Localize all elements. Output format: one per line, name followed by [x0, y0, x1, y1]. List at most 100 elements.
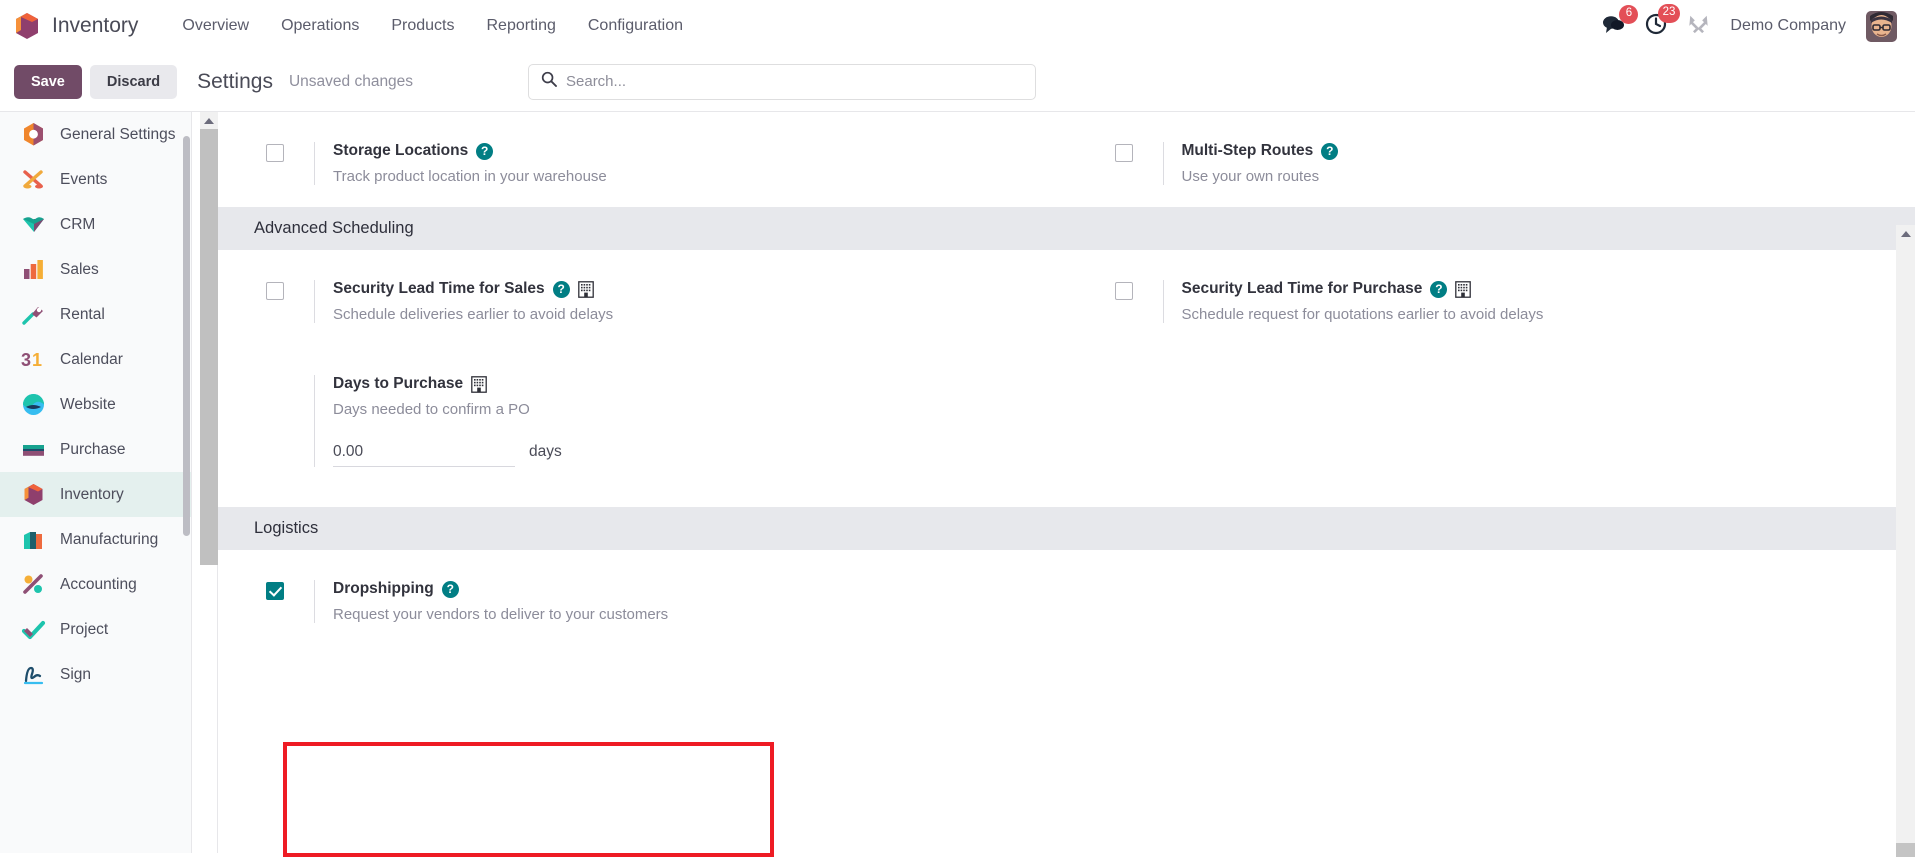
setting-security-lead-time-purchase[interactable]: Security Lead Time for Purchase ?: [1067, 250, 1915, 345]
setting-description: Track product location in your warehouse: [333, 168, 1037, 185]
sidebar-item-label: General Settings: [60, 126, 175, 144]
days-to-purchase-input[interactable]: [333, 440, 515, 467]
sidebar-item-purchase[interactable]: Purchase: [0, 427, 191, 472]
sidebar-scrollbar-thumb[interactable]: [183, 136, 190, 536]
setting-label: Storage Locations: [333, 142, 468, 160]
company-building-icon[interactable]: [578, 281, 594, 298]
discard-button[interactable]: Discard: [90, 65, 177, 99]
sidebar-item-sign[interactable]: Sign: [0, 652, 191, 697]
sidebar-item-inventory[interactable]: Inventory: [0, 472, 191, 517]
sales-icon: [21, 257, 46, 282]
page-scrollbar-thumb[interactable]: [1896, 843, 1915, 857]
sidebar-item-calendar[interactable]: 3 1 Calendar: [0, 337, 191, 382]
general-settings-icon: [21, 122, 46, 147]
setting-multi-step-routes[interactable]: Multi-Step Routes ? Use your own routes: [1067, 112, 1915, 207]
checkbox-col: [266, 280, 314, 300]
setting-description: Request your vendors to deliver to your …: [333, 606, 1037, 623]
setting-title-row: Security Lead Time for Purchase ?: [1182, 280, 1886, 298]
sidebar-item-label: Inventory: [60, 486, 124, 504]
advanced-scheduling-body: Security Lead Time for Sales ?: [218, 250, 1915, 507]
setting-days-to-purchase[interactable]: Days to Purchase: [218, 345, 1067, 507]
days-to-purchase-unit: days: [529, 443, 562, 461]
warehouse-section-body: Storage Locations ? Track product locati…: [218, 112, 1915, 207]
page-scrollbar[interactable]: [1896, 225, 1915, 857]
help-circle-icon[interactable]: ?: [442, 581, 459, 598]
settings-scrollbar[interactable]: [192, 112, 218, 853]
sidebar-item-website[interactable]: Website: [0, 382, 191, 427]
setting-storage-locations[interactable]: Storage Locations ? Track product locati…: [218, 112, 1067, 207]
help-circle-icon[interactable]: ?: [1321, 143, 1338, 160]
setting-title-row: Days to Purchase: [333, 375, 1037, 393]
sidebar-item-label: Events: [60, 171, 107, 189]
multi-step-routes-checkbox[interactable]: [1115, 144, 1133, 162]
sign-icon: [21, 662, 46, 687]
brand[interactable]: Inventory: [14, 12, 138, 40]
storage-locations-checkbox[interactable]: [266, 144, 284, 162]
activities-count-badge: 23: [1658, 4, 1681, 23]
security-lead-time-purchase-checkbox[interactable]: [1115, 282, 1133, 300]
scroll-up-arrow-icon[interactable]: [200, 112, 218, 129]
top-navbar: Inventory Overview Operations Products R…: [0, 0, 1915, 52]
menu-item-products[interactable]: Products: [375, 11, 470, 41]
project-icon: [21, 617, 46, 642]
company-building-icon[interactable]: [1455, 281, 1471, 298]
calendar-icon: 3 1: [21, 347, 46, 372]
avatar[interactable]: [1866, 11, 1897, 42]
crm-icon: [21, 212, 46, 237]
sidebar-item-rental[interactable]: Rental: [0, 292, 191, 337]
sidebar-item-manufacturing[interactable]: Manufacturing: [0, 517, 191, 562]
setting-body: Security Lead Time for Sales ?: [314, 280, 1037, 323]
setting-body: Security Lead Time for Purchase ?: [1163, 280, 1886, 323]
scroll-up-arrow-icon[interactable]: [1896, 225, 1915, 242]
setting-dropshipping[interactable]: Dropshipping ? Request your vendors to d…: [218, 550, 1067, 645]
setting-description: Days needed to confirm a PO: [333, 401, 1037, 418]
dropshipping-checkbox[interactable]: [266, 582, 284, 600]
settings-scrollbar-thumb[interactable]: [200, 129, 218, 565]
sidebar-item-label: Calendar: [60, 351, 123, 369]
help-circle-icon[interactable]: ?: [1430, 281, 1447, 298]
settings-sidebar: General Settings Events C: [0, 112, 192, 853]
messages-count-badge: 6: [1619, 5, 1638, 24]
sidebar-item-crm[interactable]: CRM: [0, 202, 191, 247]
sidebar-item-events[interactable]: Events: [0, 157, 191, 202]
sidebar-scrollbar[interactable]: [182, 112, 191, 853]
sidebar-item-general-settings[interactable]: General Settings: [0, 112, 191, 157]
search-placeholder: Search...: [566, 73, 626, 90]
menu-item-operations[interactable]: Operations: [265, 11, 375, 41]
checkbox-col: [266, 580, 314, 600]
help-circle-icon[interactable]: ?: [553, 281, 570, 298]
section-header-logistics: Logistics: [218, 507, 1915, 550]
company-switcher[interactable]: Demo Company: [1730, 17, 1846, 35]
sidebar-item-project[interactable]: Project: [0, 607, 191, 652]
svg-text:3: 3: [21, 350, 31, 370]
security-lead-time-sales-checkbox[interactable]: [266, 282, 284, 300]
logistics-body: Dropshipping ? Request your vendors to d…: [218, 550, 1915, 645]
sidebar-item-accounting[interactable]: Accounting: [0, 562, 191, 607]
save-button[interactable]: Save: [14, 65, 82, 99]
sidebar-item-label: Sign: [60, 666, 91, 684]
menu-item-reporting[interactable]: Reporting: [470, 11, 571, 41]
website-icon: [21, 392, 46, 417]
company-building-icon[interactable]: [471, 376, 487, 393]
inventory-icon: [21, 482, 46, 507]
setting-description: Use your own routes: [1182, 168, 1886, 185]
menu-item-configuration[interactable]: Configuration: [572, 11, 699, 41]
section-header-advanced-scheduling: Advanced Scheduling: [218, 207, 1915, 250]
activities-button[interactable]: 23: [1645, 13, 1667, 40]
sidebar-item-label: Rental: [60, 306, 105, 324]
setting-description: Schedule request for quotations earlier …: [1182, 306, 1886, 323]
search-input[interactable]: Search...: [528, 64, 1036, 100]
navbar-systray: 6 23 Demo Company: [1602, 11, 1897, 42]
messages-button[interactable]: 6: [1602, 14, 1625, 39]
status-badge: Unsaved changes: [289, 73, 413, 91]
brand-title: Inventory: [52, 14, 138, 38]
manufacturing-icon: [21, 527, 46, 552]
menu-item-overview[interactable]: Overview: [166, 11, 265, 41]
rental-icon: [21, 302, 46, 327]
help-circle-icon[interactable]: ?: [476, 143, 493, 160]
setting-security-lead-time-sales[interactable]: Security Lead Time for Sales ?: [218, 250, 1067, 345]
debug-menu-button[interactable]: [1687, 13, 1710, 40]
sidebar-item-label: Manufacturing: [60, 531, 158, 549]
checkbox-col: [1115, 142, 1163, 162]
sidebar-item-sales[interactable]: Sales: [0, 247, 191, 292]
